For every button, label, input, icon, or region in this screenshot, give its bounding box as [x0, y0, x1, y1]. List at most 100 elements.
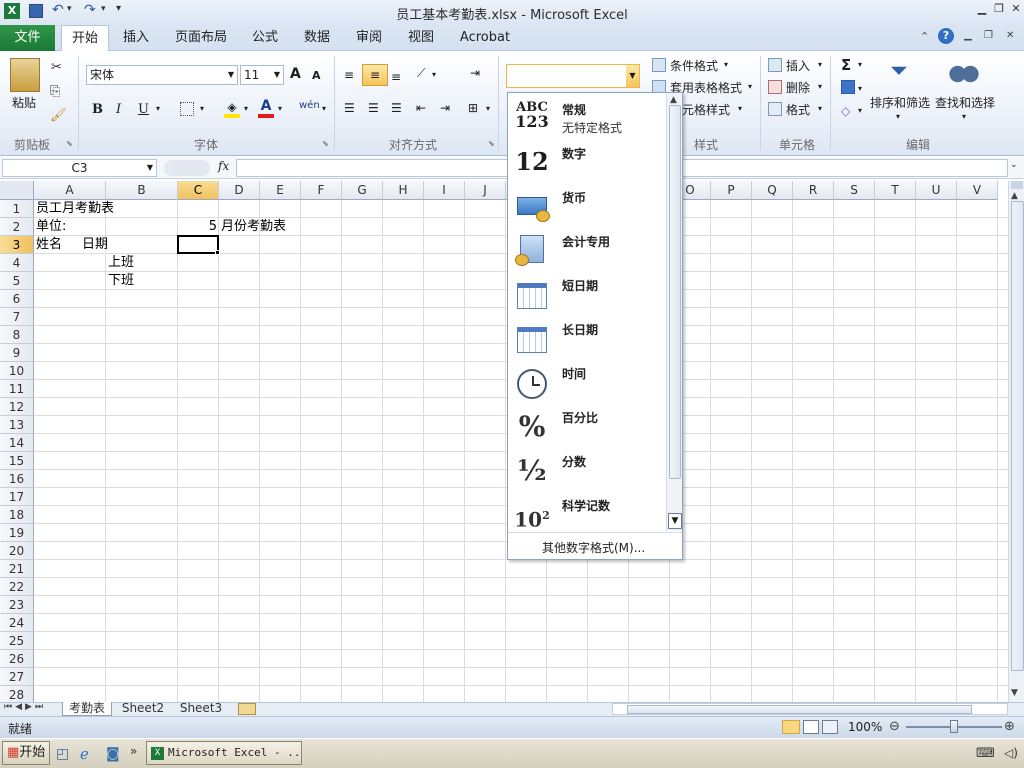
cell-c2[interactable]: 5 [178, 218, 217, 236]
row-header-3[interactable]: 3 [0, 236, 34, 254]
tab-data[interactable]: 数据 [296, 25, 338, 51]
start-button[interactable]: ▦开始 [2, 741, 50, 765]
cell-styles-dropdown-icon[interactable]: ▾ [738, 104, 742, 113]
zoom-slider-thumb[interactable] [950, 720, 958, 733]
row-header-23[interactable]: 23 [0, 596, 34, 614]
ribbon-minimize-icon[interactable]: ⌃ [920, 30, 929, 43]
align-top-icon[interactable]: ≡ [344, 68, 354, 82]
number-format-item[interactable]: 会计专用 [508, 229, 668, 273]
number-format-item[interactable]: 长日期 [508, 317, 668, 361]
cell-a3-name[interactable]: 姓名 [36, 236, 62, 254]
fill-dropdown-icon[interactable]: ▾ [244, 104, 248, 113]
page-break-view-icon[interactable] [822, 720, 838, 734]
row-header-7[interactable]: 7 [0, 308, 34, 326]
font-color-dropdown-icon[interactable]: ▾ [278, 104, 282, 113]
align-bottom-icon[interactable]: ≡ [391, 70, 401, 84]
underline-button[interactable]: U [138, 102, 149, 117]
scroll-up-icon[interactable]: ▲ [670, 95, 677, 105]
scroll-up-icon[interactable]: ▲ [1011, 191, 1018, 201]
sheet-nav-icons[interactable]: ⏮◀▶⏭ [4, 702, 46, 712]
orientation-dropdown-icon[interactable]: ▾ [432, 70, 436, 79]
cell-a3-date[interactable]: 日期 [82, 236, 108, 254]
column-header-e[interactable]: E [260, 181, 301, 200]
number-format-dropdown-icon[interactable]: ▼ [626, 65, 639, 87]
clipboard-launcher-icon[interactable]: ⬊ [66, 139, 73, 148]
border-dropdown-icon[interactable]: ▾ [200, 104, 204, 113]
find-select-icon[interactable] [948, 60, 980, 88]
horizontal-scroll-thumb[interactable] [627, 705, 972, 714]
row-header-1[interactable]: 1 [0, 200, 34, 218]
zoom-out-icon[interactable]: ⊖ [889, 719, 900, 734]
paste-button[interactable]: 粘贴 [12, 94, 36, 111]
column-header-b[interactable]: B [106, 181, 178, 200]
number-format-combo[interactable] [506, 64, 640, 88]
row-header-28[interactable]: 28 [0, 686, 34, 702]
format-as-table-dropdown-icon[interactable]: ▾ [748, 82, 752, 91]
cell-a1[interactable]: 员工月考勤表 [36, 200, 114, 218]
phonetic-dropdown-icon[interactable]: ▾ [322, 104, 326, 113]
autosum-dropdown-icon[interactable]: ▾ [858, 60, 862, 69]
fill-color-icon[interactable]: ◈ [224, 100, 240, 118]
vertical-scrollbar[interactable]: ▲ ▼ [1008, 181, 1024, 702]
column-header-g[interactable]: G [342, 181, 383, 200]
align-left-icon[interactable]: ☰ [344, 101, 355, 115]
font-size-combo[interactable]: 11 ▼ [240, 65, 284, 85]
volume-icon[interactable]: ◁) [1004, 746, 1018, 760]
minimize-icon[interactable]: ▁ [973, 2, 991, 18]
tab-formulas[interactable]: 公式 [244, 25, 286, 51]
dropdown-scroll-thumb[interactable] [669, 105, 681, 479]
normal-view-icon[interactable] [782, 720, 800, 734]
row-header-20[interactable]: 20 [0, 542, 34, 560]
row-header-16[interactable]: 16 [0, 470, 34, 488]
row-header-25[interactable]: 25 [0, 632, 34, 650]
tab-insert[interactable]: 插入 [114, 25, 158, 51]
orientation-icon[interactable]: ⟋ [417, 66, 425, 81]
sort-filter-button[interactable]: 排序和筛选 [870, 94, 930, 111]
delete-cells-button[interactable]: 删除 [786, 79, 810, 96]
autosum-icon[interactable]: Σ [841, 56, 851, 74]
formula-expand-icon[interactable]: ⌄ [1010, 160, 1018, 170]
font-name-combo[interactable]: 宋体 ▼ [86, 65, 238, 85]
font-color-icon[interactable]: A [258, 98, 274, 118]
column-header-s[interactable]: S [834, 181, 875, 200]
vertical-scroll-thumb[interactable] [1011, 201, 1024, 671]
row-header-19[interactable]: 19 [0, 524, 34, 542]
column-header-r[interactable]: R [793, 181, 834, 200]
horizontal-scrollbar[interactable] [612, 703, 1008, 715]
row-header-4[interactable]: 4 [0, 254, 34, 272]
help-icon[interactable]: ? [938, 28, 954, 44]
row-header-26[interactable]: 26 [0, 650, 34, 668]
scroll-down-icon[interactable]: ▼ [668, 513, 682, 529]
insert-sheet-icon[interactable] [238, 703, 256, 715]
row-header-10[interactable]: 10 [0, 362, 34, 380]
workbook-close-icon[interactable]: ✕ [1006, 30, 1014, 41]
row-header-17[interactable]: 17 [0, 488, 34, 506]
find-select-button[interactable]: 查找和选择 [935, 94, 995, 111]
tab-acrobat[interactable]: Acrobat [454, 25, 516, 51]
page-layout-view-icon[interactable] [803, 720, 819, 734]
column-header-p[interactable]: P [711, 181, 752, 200]
column-header-a[interactable]: A [34, 181, 106, 200]
keyboard-icon[interactable]: ⌨ [976, 746, 995, 761]
insert-cells-button[interactable]: 插入 [786, 57, 810, 74]
split-box[interactable] [1011, 181, 1023, 189]
sheet-tab-attendance[interactable]: 考勤表 [62, 702, 112, 716]
insert-dropdown-icon[interactable]: ▾ [818, 60, 822, 69]
tab-home[interactable]: 开始 [61, 25, 109, 52]
worksheet-grid[interactable]: ABCDEFGHIJKLMNOPQRSTUV 12345678910111213… [0, 181, 1008, 702]
column-header-t[interactable]: T [875, 181, 916, 200]
row-header-22[interactable]: 22 [0, 578, 34, 596]
fill-down-icon[interactable] [841, 80, 855, 94]
column-header-h[interactable]: H [383, 181, 424, 200]
workbook-restore-icon[interactable]: ❐ [984, 30, 993, 41]
column-header-c[interactable]: C [178, 181, 219, 200]
number-format-item[interactable]: ABC 123 常规 无特定格式 [508, 97, 668, 141]
align-right-icon[interactable]: ☰ [391, 101, 402, 115]
align-middle-icon[interactable]: ≡ [362, 64, 388, 86]
tab-page-layout[interactable]: 页面布局 [170, 25, 232, 51]
increase-indent-icon[interactable]: ⇥ [440, 101, 450, 115]
cell-b4[interactable]: 上班 [108, 254, 134, 272]
font-launcher-icon[interactable]: ⬊ [322, 139, 329, 148]
row-header-24[interactable]: 24 [0, 614, 34, 632]
sort-filter-dropdown-icon[interactable]: ▾ [896, 112, 900, 121]
